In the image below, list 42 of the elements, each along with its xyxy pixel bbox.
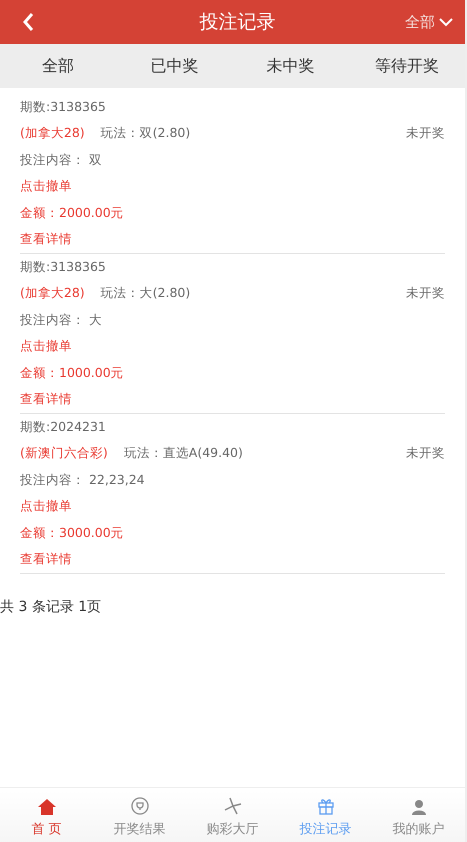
bet-amount: 金额：1000.00元 — [20, 364, 124, 382]
details-link[interactable]: 查看详情 — [20, 231, 72, 248]
lottery-name: (加拿大28) — [20, 285, 85, 302]
back-icon[interactable] — [22, 12, 34, 32]
record-summary: 共 3 条记录 1页 — [0, 598, 102, 616]
trophy-icon — [130, 797, 148, 815]
nav-item[interactable]: 首 页 — [0, 788, 93, 842]
play-type: 玩法：双(2.80) — [100, 125, 190, 142]
lottery-name: (新澳门六合彩) — [20, 445, 108, 462]
filter-tab[interactable]: 等待开奖 — [348, 44, 465, 88]
draw-status: 未开奖 — [406, 125, 445, 142]
chevron-down-icon — [439, 18, 453, 26]
draw-status: 未开奖 — [406, 445, 445, 462]
bet-amount: 金额：2000.00元 — [20, 204, 124, 222]
play-type: 玩法：大(2.80) — [100, 285, 190, 302]
nav-item[interactable]: 投注记录 — [279, 788, 372, 842]
cancel-link[interactable]: 点击撤单 — [20, 338, 72, 356]
draw-status: 未开奖 — [406, 285, 445, 302]
home-icon — [38, 799, 56, 815]
filter-tab[interactable]: 全部 — [0, 44, 116, 88]
filter-dropdown[interactable]: 全部 — [405, 12, 453, 32]
play-type: 玩法：直选A(49.40) — [124, 445, 243, 462]
issue-number: 期数:3138365 — [20, 258, 106, 276]
bet-amount: 金额：3000.00元 — [20, 524, 124, 542]
bet-content: 投注内容： 大 — [20, 312, 102, 329]
details-link[interactable]: 查看详情 — [20, 551, 72, 568]
lottery-name: (加拿大28) — [20, 125, 85, 142]
filter-tab[interactable]: 未中奖 — [232, 44, 349, 88]
page-title: 投注记录 — [200, 10, 276, 35]
filter-tab[interactable]: 已中奖 — [116, 44, 232, 88]
cancel-link[interactable]: 点击撤单 — [20, 498, 72, 516]
issue-number: 期数:3138365 — [20, 98, 106, 116]
issue-number: 期数:2024231 — [20, 418, 106, 436]
bet-content: 投注内容： 双 — [20, 152, 102, 169]
nav-item[interactable]: 开奖结果 — [93, 788, 186, 842]
bet-content: 投注内容： 22,23,24 — [20, 472, 145, 489]
nav-item[interactable]: 我的账户 — [372, 788, 465, 842]
gift-icon — [316, 797, 334, 815]
user-icon — [410, 799, 426, 815]
details-link[interactable]: 查看详情 — [20, 391, 72, 408]
cancel-link[interactable]: 点击撤单 — [20, 178, 72, 196]
nav-item[interactable]: 购彩大厅 — [186, 788, 279, 842]
